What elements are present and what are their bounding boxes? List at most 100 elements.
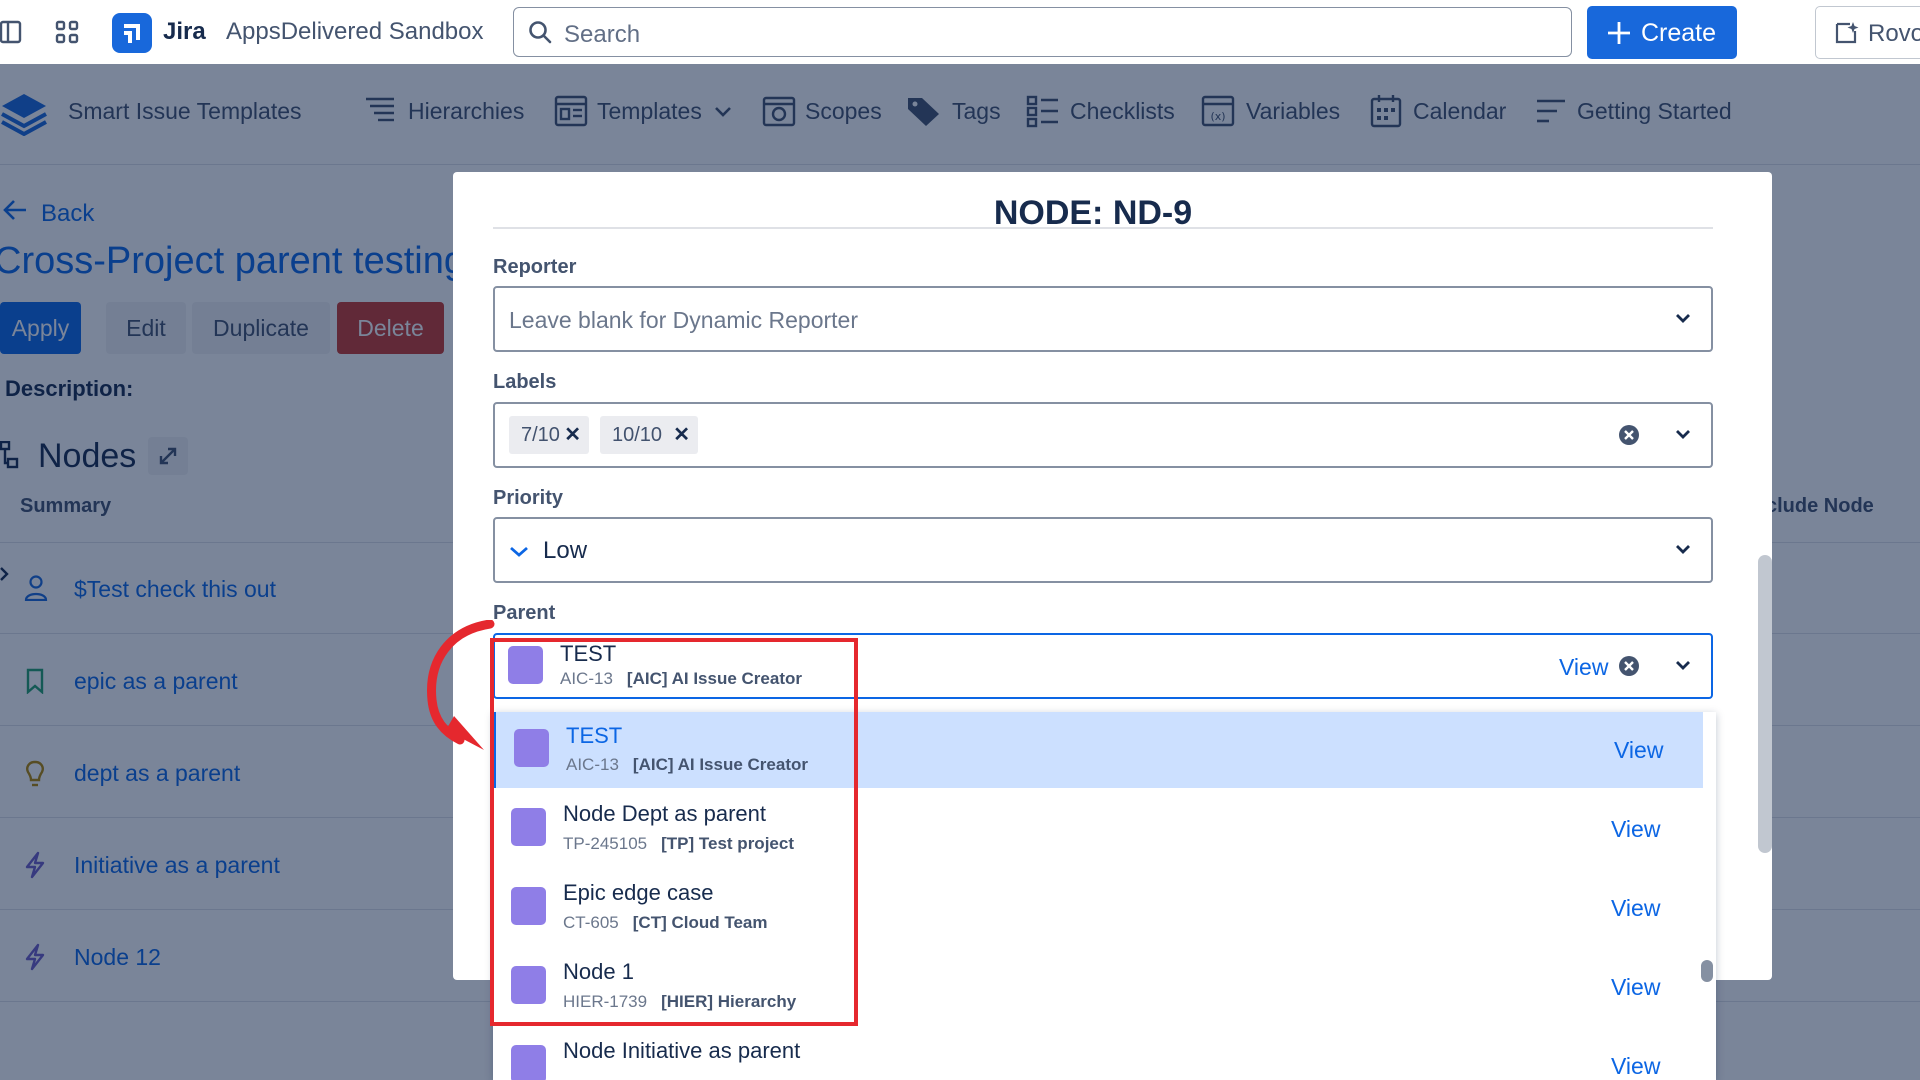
- search-placeholder: Search: [564, 21, 641, 48]
- parent-option[interactable]: TEST AIC-13 [AIC] AI Issue Creator View: [493, 712, 1703, 788]
- nav-calendar[interactable]: Calendar: [1413, 98, 1506, 125]
- hierarchies-icon: [364, 94, 398, 128]
- rovo-button[interactable]: Rovo: [1815, 6, 1920, 59]
- view-link[interactable]: View: [1611, 1053, 1660, 1080]
- arrow-left-icon[interactable]: [2, 198, 28, 222]
- chevron-down-icon[interactable]: [714, 106, 732, 118]
- delete-button[interactable]: Delete: [337, 302, 444, 354]
- chevron-down-icon[interactable]: [1675, 659, 1691, 671]
- node-row-label[interactable]: dept as a parent: [74, 760, 240, 787]
- parent-option[interactable]: Node Initiative as parent View: [493, 1028, 1703, 1080]
- issue-key: TP-245105: [563, 834, 648, 853]
- product-name[interactable]: Jira: [163, 18, 206, 46]
- annotation-arrow-icon: [427, 620, 495, 750]
- parent-selected-meta: AIC-13 [AIC] AI Issue Creator: [560, 669, 802, 689]
- issue-key: AIC-13: [560, 669, 613, 688]
- remove-tag-icon[interactable]: ✕: [673, 422, 690, 447]
- option-meta: TP-245105 [TP] Test project: [563, 834, 794, 854]
- issue-key: HIER-1739: [563, 992, 648, 1011]
- create-button[interactable]: Create: [1587, 6, 1737, 59]
- nav-hierarchies[interactable]: Hierarchies: [408, 98, 524, 125]
- priority-value: Low: [543, 537, 588, 564]
- page-title: Cross-Project parent testing: [0, 240, 465, 282]
- clear-icon[interactable]: [1618, 655, 1640, 677]
- site-name[interactable]: AppsDelivered Sandbox: [226, 18, 484, 46]
- issue-type-icon: [511, 887, 546, 925]
- plus-icon: [1607, 21, 1631, 45]
- view-link[interactable]: View: [1611, 816, 1660, 843]
- parent-option[interactable]: Node 1 HIER-1739 [HIER] Hierarchy View: [493, 949, 1703, 1025]
- labels-label: Labels: [493, 371, 557, 393]
- nav-variables[interactable]: Variables: [1246, 98, 1340, 125]
- search-icon: [528, 20, 552, 44]
- issue-project: [AIC] AI Issue Creator: [626, 669, 802, 688]
- apply-button[interactable]: Apply: [0, 302, 81, 354]
- sidebar-toggle-icon[interactable]: [0, 20, 22, 44]
- nav-getting-started[interactable]: Getting Started: [1577, 98, 1732, 125]
- chevron-down-icon[interactable]: [1675, 312, 1691, 324]
- search-input[interactable]: Search: [513, 7, 1572, 57]
- parent-option[interactable]: Node Dept as parent TP-245105 [TP] Test p…: [493, 791, 1703, 867]
- issue-key: CT-605: [563, 913, 619, 932]
- node-row-label[interactable]: epic as a parent: [74, 668, 238, 695]
- option-title: Node 1: [563, 959, 634, 984]
- edit-button[interactable]: Edit: [106, 302, 186, 354]
- duplicate-button[interactable]: Duplicate: [192, 302, 330, 354]
- issue-project: [CT] Cloud Team: [632, 913, 768, 932]
- templates-icon: [554, 94, 588, 128]
- parent-option[interactable]: Epic edge case CT-605 [CT] Cloud Team Vie…: [493, 870, 1703, 946]
- view-link[interactable]: View: [1611, 895, 1660, 922]
- chevron-down-icon[interactable]: [1675, 428, 1691, 440]
- rovo-label: Rovo: [1868, 20, 1920, 47]
- hierarchy-icon: [0, 441, 20, 469]
- node-row-label[interactable]: Node 12: [74, 944, 161, 971]
- modal-scrollbar[interactable]: [1758, 555, 1772, 853]
- smart-issue-templates-logo-icon[interactable]: [0, 92, 48, 136]
- chevron-right-icon[interactable]: [0, 566, 10, 582]
- issue-project: [AIC] AI Issue Creator: [632, 755, 808, 774]
- option-meta: HIER-1739 [HIER] Hierarchy: [563, 992, 796, 1012]
- priority-label: Priority: [493, 487, 564, 509]
- priority-select[interactable]: Low: [493, 517, 1713, 583]
- back-link[interactable]: Back: [41, 200, 94, 228]
- nav-checklists[interactable]: Checklists: [1070, 98, 1175, 125]
- include-node-column-header[interactable]: clude Node: [1766, 495, 1874, 518]
- issue-project: [TP] Test project: [661, 834, 794, 853]
- issue-type-icon: [514, 729, 549, 767]
- view-link[interactable]: View: [1611, 974, 1660, 1001]
- option-meta: CT-605 [CT] Cloud Team: [563, 913, 767, 933]
- tag-icon: [906, 94, 942, 128]
- parent-label: Parent: [493, 602, 556, 624]
- option-title: TEST: [566, 723, 623, 748]
- expand-button[interactable]: [148, 437, 188, 475]
- nav-scopes[interactable]: Scopes: [805, 98, 882, 125]
- issue-project: [HIER] Hierarchy: [661, 992, 797, 1011]
- reporter-placeholder: Leave blank for Dynamic Reporter: [509, 307, 858, 333]
- jira-logo-icon[interactable]: [112, 13, 152, 53]
- issue-key: AIC-13: [566, 755, 619, 774]
- summary-column-header[interactable]: Summary: [20, 495, 111, 518]
- dropdown-scrollbar[interactable]: [1701, 960, 1713, 982]
- labels-multiselect[interactable]: 7/10 ✕ 10/10 ✕: [493, 402, 1713, 468]
- remove-tag-icon[interactable]: ✕: [564, 422, 581, 447]
- parent-select[interactable]: TEST AIC-13 [AIC] AI Issue Creator View: [493, 633, 1713, 699]
- nodes-heading: Nodes: [38, 437, 137, 475]
- app-switcher-icon[interactable]: [55, 20, 79, 44]
- chevron-down-icon[interactable]: [1675, 543, 1691, 555]
- node-row-label[interactable]: $Test check this out: [74, 576, 276, 603]
- label-tag: 7/10 ✕: [509, 416, 589, 454]
- checklists-icon: [1026, 94, 1060, 128]
- node-row-label[interactable]: Initiative as a parent: [74, 852, 280, 879]
- clear-icon[interactable]: [1618, 424, 1640, 446]
- app-name[interactable]: Smart Issue Templates: [68, 98, 302, 125]
- nav-templates[interactable]: Templates: [597, 98, 702, 125]
- view-link[interactable]: View: [1559, 654, 1608, 681]
- variables-icon: (x): [1201, 94, 1235, 128]
- svg-text:(x): (x): [1210, 110, 1225, 123]
- app-toolbar: Smart Issue Templates Hierarchies Templa…: [0, 64, 1920, 165]
- issue-type-icon: [508, 646, 543, 684]
- view-link[interactable]: View: [1614, 737, 1663, 764]
- reporter-select[interactable]: Leave blank for Dynamic Reporter: [493, 286, 1713, 352]
- nav-tags[interactable]: Tags: [952, 98, 1001, 125]
- scopes-icon: [762, 94, 796, 128]
